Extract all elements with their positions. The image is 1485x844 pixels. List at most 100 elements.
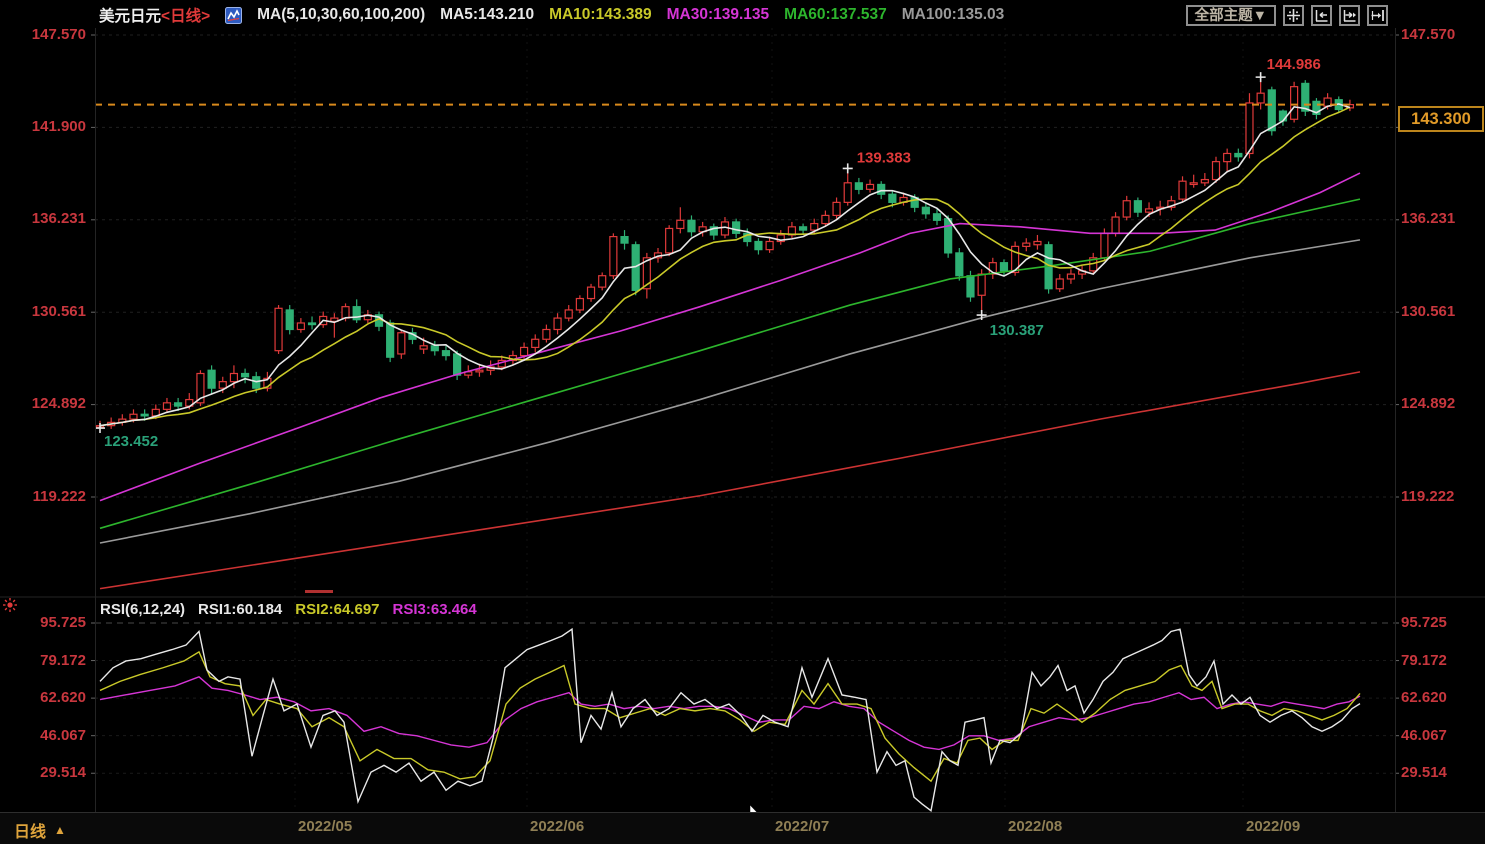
- rsi-params-label: RSI(6,12,24): [100, 600, 186, 618]
- period-selector[interactable]: 日线 ▲: [14, 818, 66, 842]
- candle-body: [229, 372, 239, 383]
- candle-body: [285, 309, 294, 331]
- x-label-2022-09: 2022/09: [1246, 818, 1301, 835]
- price-axis-right-0: 147.570: [1401, 26, 1456, 43]
- symbol-name: 美元日元: [99, 8, 162, 25]
- candle-body: [1290, 86, 1299, 120]
- candle-body: [598, 275, 607, 288]
- rsi-tab-marker: [305, 590, 333, 593]
- candle-body: [732, 221, 741, 234]
- candle-body: [1223, 152, 1232, 163]
- candle-body: [296, 322, 305, 331]
- candle-body: [1267, 89, 1276, 132]
- candle-body: [999, 262, 1009, 272]
- rsi-axis-right-4: 29.514: [1401, 764, 1447, 781]
- candle-body: [553, 317, 562, 331]
- candle-body: [832, 201, 841, 217]
- rsi-pane: [99, 627, 1361, 812]
- pan-crosshair-icon[interactable]: [1283, 5, 1304, 26]
- candle-body: [754, 240, 763, 251]
- candle-body: [564, 309, 573, 319]
- candle-body: [1144, 208, 1154, 213]
- candle-body: [1122, 200, 1131, 218]
- candle-body: [542, 328, 551, 340]
- right-axis-divider: [1395, 28, 1396, 812]
- ma200-line: [99, 371, 1361, 590]
- candle-body: [453, 353, 462, 376]
- candle-body: [1033, 240, 1042, 246]
- rsi-settings-icon[interactable]: [3, 598, 17, 612]
- price-axis-left-4: 124.892: [31, 395, 86, 412]
- candle-body: [252, 376, 261, 389]
- candle-body: [519, 346, 529, 357]
- candle-body: [665, 227, 674, 254]
- candle-body: [966, 275, 975, 298]
- theme-select-button[interactable]: 全部主题▼: [1185, 5, 1276, 26]
- price-annotation: 130.387: [990, 322, 1044, 339]
- x-label-2022-05: 2022/05: [298, 818, 353, 835]
- rsi3-value: RSI3:63.464: [392, 600, 477, 618]
- rsi-legend: RSI(6,12,24) RSI1:60.184 RSI2:64.697 RSI…: [100, 600, 477, 618]
- price-annotation: 144.986: [1267, 56, 1321, 73]
- x-label-2022-07: 2022/07: [775, 818, 830, 835]
- candle-body: [1066, 273, 1076, 280]
- candle-body: [240, 372, 250, 378]
- chart-type-icon[interactable]: [225, 6, 243, 24]
- price-annotation: 123.452: [104, 433, 158, 450]
- ma30-value: MA30:139.135: [666, 6, 770, 23]
- rsi1-value: RSI1:60.184: [198, 600, 283, 618]
- ma60-line: [99, 198, 1361, 530]
- chart-canvas[interactable]: 123.452 139.383 130.387 144.986: [0, 0, 1485, 844]
- scroll-left-icon[interactable]: [1311, 5, 1332, 26]
- candle-body: [1189, 182, 1198, 186]
- candle-body: [341, 306, 350, 319]
- candle-body: [1022, 242, 1031, 247]
- candle-body: [843, 182, 852, 203]
- candle-body: [307, 322, 317, 326]
- rsi1-line: [99, 627, 1361, 812]
- ma-params-label: MA(5,10,30,60,100,200): [257, 6, 426, 23]
- price-axis-right-2: 136.231: [1401, 210, 1456, 227]
- ma30-line: [99, 172, 1361, 502]
- x-label-2022-08: 2022/08: [1008, 818, 1063, 835]
- symbol-period-tag: <日线>: [161, 8, 211, 25]
- candle-body: [977, 273, 986, 296]
- candle-body: [676, 219, 685, 230]
- price-axis-right-3: 130.561: [1401, 303, 1456, 320]
- candle-body: [865, 183, 875, 190]
- candle-body: [430, 345, 439, 352]
- candle-body: [932, 213, 942, 221]
- candle-body: [687, 219, 696, 233]
- candle-body: [620, 235, 629, 244]
- x-label-2022-06: 2022/06: [530, 818, 585, 835]
- candle-body: [575, 297, 584, 311]
- ma5-line: [99, 103, 1351, 427]
- candle-body: [921, 206, 930, 215]
- candle-body: [1234, 152, 1243, 158]
- rsi-axis-right-0: 95.725: [1401, 614, 1447, 631]
- price-pane: [95, 77, 1361, 590]
- rsi2-line: [99, 650, 1361, 783]
- scroll-right-icon[interactable]: [1339, 5, 1360, 26]
- jump-to-latest-icon[interactable]: [1367, 5, 1388, 26]
- candle-body: [955, 252, 964, 277]
- candle-body: [1278, 110, 1288, 122]
- period-arrow-up-icon: ▲: [54, 823, 66, 837]
- ma100-value: MA100:135.03: [901, 6, 1005, 23]
- candle-body: [1256, 92, 1265, 104]
- rsi2-value: RSI2:64.697: [295, 600, 380, 618]
- candle-body: [609, 235, 618, 277]
- ma60-value: MA60:137.537: [784, 6, 887, 23]
- chart-svg: 123.452 139.383 130.387 144.986: [0, 28, 1485, 824]
- candle-body: [1211, 161, 1221, 181]
- price-axis-right-5: 119.222: [1401, 488, 1455, 505]
- ma10-line: [99, 106, 1351, 427]
- price-axis-left-1: 141.900: [31, 118, 86, 135]
- candle-body: [1055, 278, 1064, 290]
- candle-body: [1111, 216, 1120, 234]
- candle-body: [798, 226, 808, 231]
- rsi-axis-right-1: 79.172: [1401, 652, 1447, 669]
- candle-body: [888, 193, 897, 203]
- candle-body: [129, 413, 138, 420]
- rsi-axis-left-4: 29.514: [40, 764, 86, 781]
